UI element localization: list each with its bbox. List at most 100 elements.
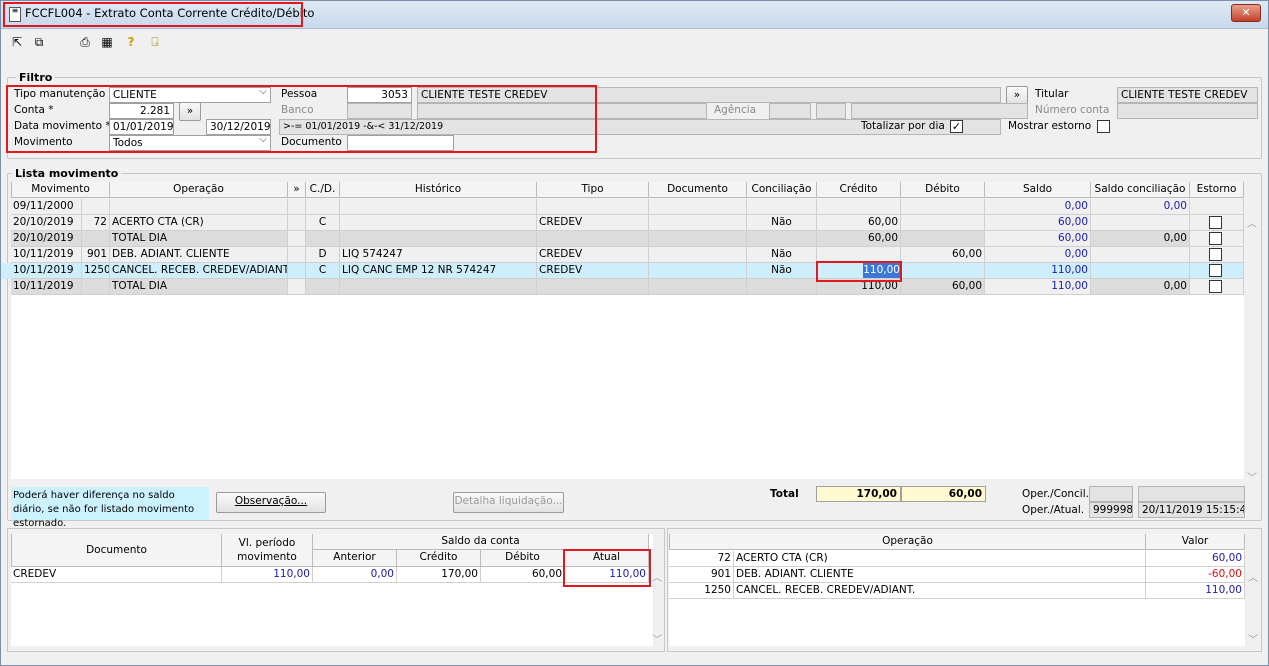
agencia-name-field: [851, 103, 1028, 119]
estorno-cell: [1190, 231, 1244, 247]
agencia-code-field: [769, 103, 811, 119]
total-dia-row[interactable]: 10/11/2019 TOTAL DIA 110,00 60,00 110,00 0,00: [1, 279, 1244, 295]
saldo-scroll-down-icon[interactable]: ﹀: [650, 631, 664, 646]
operacao-scroll-down-icon[interactable]: ﹀: [1246, 631, 1260, 646]
estorno-checkbox[interactable]: [1209, 216, 1222, 229]
operacao-num-cell: 1250: [669, 583, 734, 599]
op-cell: DEB. ADIANT. CLIENTE: [110, 247, 288, 263]
saldo-vl-periodo: 110,00: [222, 567, 313, 583]
movimento-row[interactable]: 10/11/2019 1250 CANCEL. RECEB. CREDEV/ADIA…: [1, 263, 1244, 279]
cd-cell: [306, 199, 340, 215]
movimento-row[interactable]: 09/11/2000 0,00 0,00: [1, 199, 1244, 215]
num-cell: [82, 199, 110, 215]
estorno-checkbox[interactable]: [1209, 280, 1222, 293]
detalha-liquidacao-button[interactable]: Detalha liquidação...: [453, 492, 564, 513]
more-cell: [288, 199, 306, 215]
saldo-conc-cell: [1091, 263, 1190, 279]
h-documento: Documento: [11, 534, 222, 567]
grid-scrollbar[interactable]: ︿ ﹀: [1244, 215, 1259, 484]
copy-icon[interactable]: ⧉: [31, 34, 47, 50]
tipo-cell: [537, 279, 649, 295]
title-bar: ≡ FCCFL004 - Extrato Conta Corrente Créd…: [1, 1, 1268, 29]
total-dia-row[interactable]: 20/10/2019 TOTAL DIA 60,00 60,00 0,00: [1, 231, 1244, 247]
h-credito: Crédito: [397, 550, 481, 567]
h-operacao: Operação: [669, 534, 1146, 550]
op-cell: TOTAL DIA: [110, 231, 288, 247]
mov-cell: 20/10/2019: [11, 215, 82, 231]
deb-cell: 60,00: [901, 279, 985, 295]
saldo-scroll-up-icon[interactable]: ︿: [650, 569, 664, 584]
print-icon[interactable]: ⎙: [77, 34, 93, 50]
h-saldo: Saldo: [985, 182, 1091, 198]
more-cell: [288, 215, 306, 231]
movimento-label: Movimento: [14, 136, 73, 148]
doc-cell: [649, 279, 747, 295]
operacao-row[interactable]: 901 DEB. ADIANT. CLIENTE -60,00: [669, 567, 1245, 583]
operacao-op-cell: DEB. ADIANT. CLIENTE: [734, 567, 1146, 583]
data-inicio-input[interactable]: 01/01/2019: [109, 119, 174, 135]
totalizar-checkbox[interactable]: ✓: [950, 120, 963, 133]
data-movimento-label: Data movimento *: [14, 120, 111, 132]
movimento-row[interactable]: 20/10/2019 72 ACERTO CTA (CR) C CREDEV Não 60,…: [1, 215, 1244, 231]
h-tipo: Tipo: [537, 182, 649, 198]
h-anterior: Anterior: [313, 550, 397, 567]
total-debito: 60,00: [901, 486, 986, 502]
grid-icon[interactable]: ▦: [99, 34, 115, 50]
operacao-scrollbar[interactable]: ︿ ﹀: [1246, 569, 1260, 647]
h-cd: C./D.: [306, 182, 340, 198]
movimento-select[interactable]: Todos: [109, 135, 271, 151]
estorno-checkbox[interactable]: [1209, 264, 1222, 277]
saldo-row[interactable]: CREDEV 110,00 0,00 170,00 60,00 110,00: [11, 567, 649, 583]
op-cell: TOTAL DIA: [110, 279, 288, 295]
deb-cell: [901, 231, 985, 247]
operacao-row[interactable]: 72 ACERTO CTA (CR) 60,00: [669, 551, 1245, 567]
documento-input[interactable]: [347, 135, 454, 151]
h-estorno: Estorno: [1190, 182, 1244, 198]
h-more[interactable]: »: [288, 182, 306, 198]
op-cell: CANCEL. RECEB. CREDEV/ADIANT.: [110, 263, 288, 279]
mov-cell: 09/11/2000: [11, 199, 82, 215]
oper-concil-date: [1138, 486, 1245, 502]
scroll-up-icon[interactable]: ︿: [1245, 215, 1259, 230]
more-cell: [288, 247, 306, 263]
saldo-scrollbar[interactable]: ︿ ﹀: [650, 569, 664, 647]
estorno-cell: [1190, 199, 1244, 215]
conta-more-button[interactable]: »: [179, 102, 201, 121]
movimento-row[interactable]: 10/11/2019 901 DEB. ADIANT. CLIENTE D LIQ 57…: [1, 247, 1244, 263]
num-cell: 901: [82, 247, 110, 263]
close-button[interactable]: ✕: [1231, 4, 1261, 22]
doc-cell: [649, 263, 747, 279]
data-fim-input[interactable]: 30/12/2019: [206, 119, 271, 135]
conc-cell: [747, 199, 817, 215]
conc-cell: Não: [747, 215, 817, 231]
scroll-down-icon[interactable]: ﹀: [1245, 469, 1259, 484]
saldo-cell: 60,00: [985, 215, 1091, 231]
more-cell: [288, 231, 306, 247]
tipo-manutencao-select[interactable]: CLIENTE: [109, 87, 271, 103]
cred-cell: 110,00: [817, 263, 901, 279]
h-operacao[interactable]: Operação: [110, 182, 288, 198]
mostrar-estorno-checkbox[interactable]: [1097, 120, 1110, 133]
more-cell: [288, 263, 306, 279]
cd-cell: C: [306, 215, 340, 231]
operacao-valor-cell: 110,00: [1146, 583, 1245, 599]
door-icon[interactable]: ⍈: [147, 34, 163, 50]
estorno-checkbox[interactable]: [1209, 232, 1222, 245]
titular-label: Titular: [1035, 88, 1069, 100]
h-debito: Débito: [481, 550, 565, 567]
mov-cell: 10/11/2019: [11, 263, 82, 279]
title-highlight: [3, 2, 303, 27]
operacao-scroll-up-icon[interactable]: ︿: [1246, 569, 1260, 584]
estorno-checkbox[interactable]: [1209, 248, 1222, 261]
operacao-valor-cell: 60,00: [1146, 551, 1245, 567]
help-icon[interactable]: ?: [123, 34, 139, 50]
observacao-button[interactable]: Observação...: [216, 492, 326, 513]
estorno-cell: [1190, 279, 1244, 295]
exit-icon[interactable]: ⇱: [9, 34, 25, 50]
operacao-row[interactable]: 1250 CANCEL. RECEB. CREDEV/ADIANT. 110,00: [669, 583, 1245, 599]
mov-cell: 20/10/2019: [11, 231, 82, 247]
grid-empty-area: [11, 295, 1244, 479]
pessoa-code-input[interactable]: 3053: [347, 87, 412, 103]
saldo-conc-cell: 0,00: [1091, 199, 1190, 215]
conta-input[interactable]: 2.281: [109, 103, 174, 119]
